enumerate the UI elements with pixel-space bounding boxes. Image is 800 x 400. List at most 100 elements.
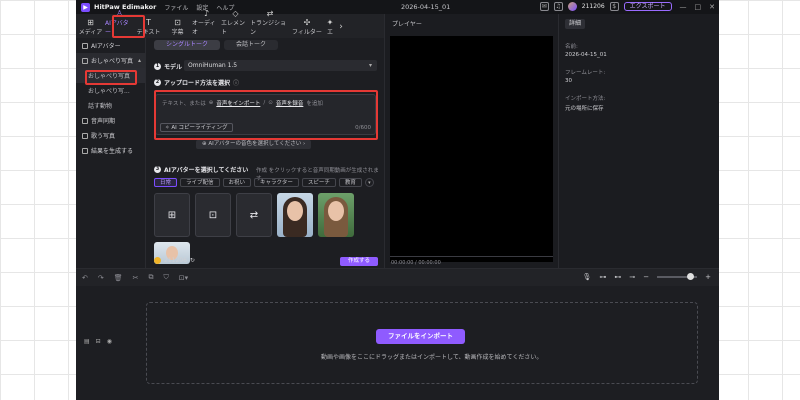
zoom-slider-knob[interactable]	[687, 273, 695, 280]
tool-ai-avatar[interactable]: ♙ AIアバター	[105, 9, 134, 38]
import-audio-link[interactable]: 音声をインポート	[216, 99, 260, 107]
record-audio-link[interactable]: 音声を録音	[276, 99, 304, 107]
category-education[interactable]: 教育	[338, 178, 362, 187]
nav-talking-photo-group[interactable]: おしゃべり写真 ▴	[76, 53, 145, 68]
category-speech[interactable]: スピーチ	[301, 178, 336, 187]
timeline-toolbar: ↶ ↷ 🗑 ✂ ⧉ ⛉ ⊡▾ 🎙 ⊶ ⊷ ⊸ − +	[76, 268, 719, 286]
script-input-area[interactable]: テキスト、または ⊕ 音声をインポート / ⊙ 音声を録音 を追加 ✧ AI コ…	[155, 94, 376, 135]
tool-label: 字幕	[171, 29, 184, 36]
user-avatar[interactable]	[567, 2, 577, 11]
shield-icon[interactable]: ⛉	[164, 273, 169, 282]
category-daily[interactable]: 日常	[154, 178, 178, 187]
credit-count: 211206	[581, 3, 605, 10]
sparkle-icon: ✧	[165, 125, 170, 131]
voice-label: AIアバターの音色を選択してください	[208, 141, 302, 147]
category-livestream[interactable]: ライブ配信	[180, 178, 220, 187]
upload-photo-card[interactable]: ⊞	[154, 193, 190, 237]
select-voice-button[interactable]: ⊕ AIアバターの音色を選択してください ›	[196, 140, 312, 149]
app-title: HitPaw Edimakor	[94, 3, 157, 11]
zoom-out-icon[interactable]: −	[643, 273, 649, 281]
import-file-button[interactable]: ファイルをインポート	[376, 329, 465, 344]
export-button[interactable]: エクスポート	[623, 2, 672, 11]
minimize-icon[interactable]: —	[680, 3, 687, 11]
nav-label: おしゃべり写真	[91, 58, 134, 65]
create-button[interactable]: 作成する	[339, 257, 378, 266]
tab-details[interactable]: 詳細	[565, 19, 586, 29]
avatar-card[interactable]	[318, 193, 354, 237]
nav-talking-animal[interactable]: 話す動物	[76, 98, 145, 113]
tool-subtitle[interactable]: ⊡ 字幕	[163, 16, 192, 38]
microphone-icon[interactable]: 🎙	[582, 273, 591, 281]
delete-icon[interactable]: 🗑	[114, 274, 123, 282]
avatar-nav-icon	[82, 42, 88, 49]
chevron-right-icon: ›	[302, 141, 306, 147]
step-upload: 2 アップロード方法を選択 ⓘ	[154, 78, 239, 87]
model-dropdown[interactable]: OmniHuman 1.5 ▾	[184, 60, 377, 71]
visibility-icon[interactable]: ◉	[107, 338, 112, 345]
avatar-categories: 日常 ライブ配信 お祝い キャラクター スピーチ 教育 ▾	[154, 178, 374, 187]
refresh-icon[interactable]: ↻	[190, 257, 195, 264]
template-card[interactable]: ⇄	[236, 193, 272, 237]
tool-filter[interactable]: ✣ フィルター	[290, 16, 324, 38]
step-model: 1 モデル	[154, 62, 182, 71]
player-label: プレイヤー	[392, 21, 422, 28]
chevron-down-icon[interactable]: ▾	[364, 178, 374, 187]
avatar-icon: ♙	[115, 9, 124, 18]
tab-conversation-talk[interactable]: 会話トーク	[224, 40, 279, 50]
nav-ai-avatar[interactable]: AIアバター	[76, 38, 145, 53]
tool-media[interactable]: ⊞ メディア	[76, 16, 105, 38]
tool-label: エレメント	[221, 20, 246, 36]
snap-icon[interactable]: ⊡▾	[179, 274, 188, 282]
tool-effect[interactable]: ✦ エ	[324, 16, 336, 38]
tool-transition[interactable]: ⇄ トランジション	[250, 9, 290, 38]
magnet-icon[interactable]: ⊷	[614, 273, 621, 281]
track-type-icon: ▤	[84, 338, 90, 345]
nav-label: 話す動物	[88, 103, 113, 110]
tool-label: フィルター	[292, 29, 322, 36]
menu-file[interactable]: ファイル	[164, 3, 188, 12]
zoom-slider[interactable]	[657, 273, 698, 280]
hint-text: テキスト、または	[162, 101, 206, 107]
redo-icon[interactable]: ↷	[98, 274, 104, 282]
notification-icon[interactable]: ♫	[553, 2, 563, 11]
undo-icon[interactable]: ↶	[82, 274, 88, 282]
tool-element[interactable]: ◇ エレメント	[221, 9, 250, 38]
nav-singing-photo[interactable]: 歌う写真	[76, 128, 145, 143]
nav-generate-result[interactable]: 結果を生成する	[76, 143, 145, 158]
nav-lip-sync[interactable]: 音声同期	[76, 113, 145, 128]
lock-icon[interactable]: ⊟	[96, 338, 101, 345]
category-celebration[interactable]: お祝い	[222, 178, 252, 187]
feedback-icon[interactable]: ✉	[539, 2, 549, 11]
maximize-icon[interactable]: □	[695, 3, 702, 11]
zoom-in-icon[interactable]: +	[705, 273, 711, 281]
ai-image-icon: ⊡	[208, 209, 218, 221]
tab-single-talk[interactable]: シングルトーク	[154, 40, 221, 50]
tool-label: オーディオ	[192, 20, 216, 36]
nav-label: 結果を生成する	[91, 148, 134, 155]
nav-talking-photo-2[interactable]: おしゃべり写...	[76, 83, 145, 98]
nav-talking-photo[interactable]: おしゃべり写真	[76, 68, 145, 83]
toolbar-next-icon[interactable]: ›	[336, 16, 346, 38]
avatar-panel: シングルトーク 会話トーク 1 モデル OmniHuman 1.5 ▾ 2 アッ…	[146, 38, 384, 268]
ai-copywriting-button[interactable]: ✧ AI コピーライティング	[160, 123, 233, 132]
preview-screen[interactable]	[390, 36, 553, 262]
nav-label: 歌う写真	[91, 133, 116, 140]
category-character[interactable]: キャラクター	[254, 178, 299, 187]
crop-icon[interactable]: ⧉	[149, 273, 154, 282]
ai-image-card[interactable]: ⊡	[195, 193, 231, 237]
split-icon[interactable]: ✂	[133, 274, 139, 282]
fit-icon[interactable]: ⊸	[629, 273, 635, 281]
element-icon: ◇	[232, 9, 239, 18]
close-icon[interactable]: ✕	[709, 3, 715, 11]
tool-text[interactable]: T テキスト	[134, 16, 163, 38]
tool-audio[interactable]: ♪ オーディオ	[192, 9, 221, 38]
player-panel: プレイヤー 00:00:00 / 00:00:00	[384, 14, 558, 268]
template-icon: ⇄	[249, 209, 259, 221]
avatar-card[interactable]	[277, 193, 313, 237]
link-icon[interactable]: ⊶	[599, 273, 606, 281]
model-value: OmniHuman 1.5	[188, 62, 238, 69]
export-label: エクスポート	[629, 3, 666, 10]
record-icon: ⊙	[268, 100, 273, 106]
playback-progress-bar[interactable]	[390, 256, 553, 257]
project-name: 2026-04-15_01	[401, 3, 451, 11]
